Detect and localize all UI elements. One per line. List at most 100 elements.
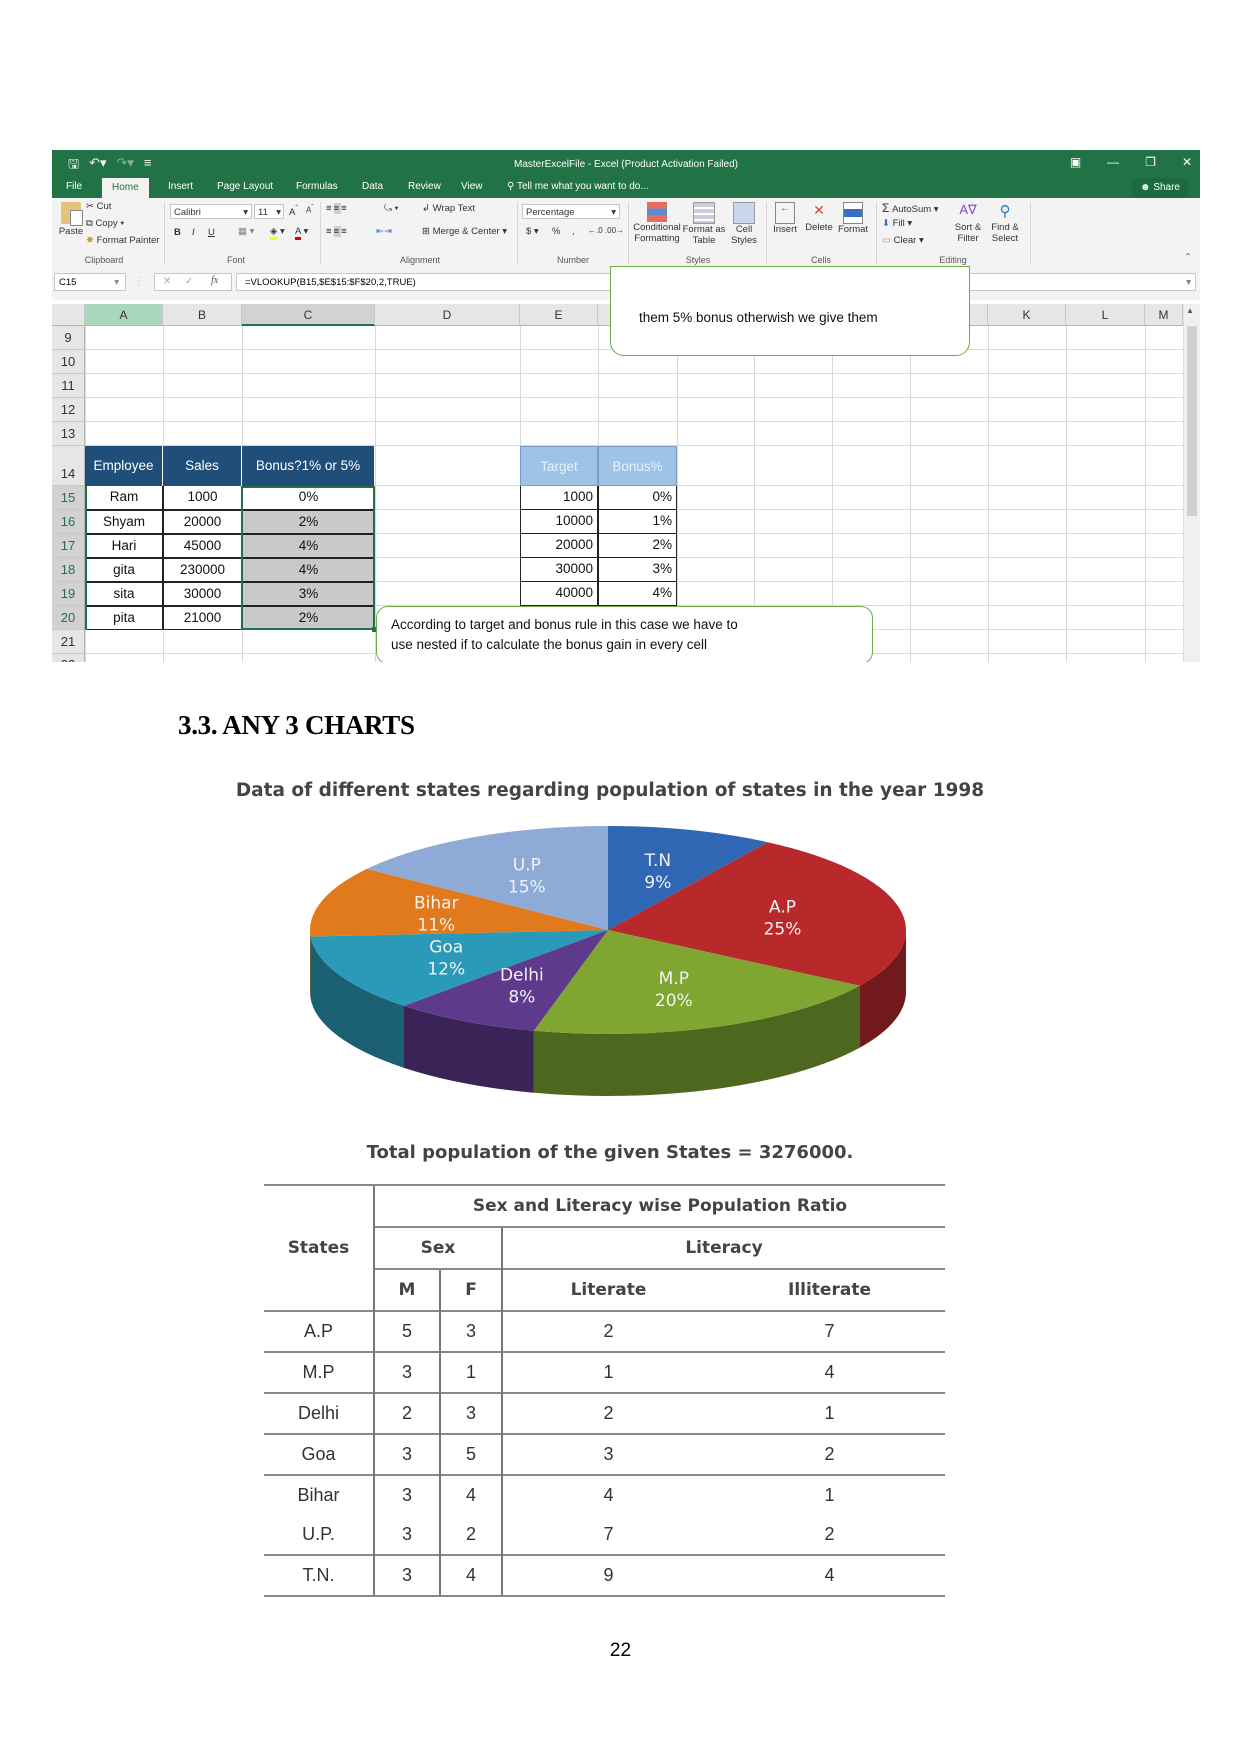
- tab-data[interactable]: Data: [362, 181, 383, 192]
- column-header-m[interactable]: M: [1145, 304, 1183, 326]
- clear-button[interactable]: ▭ Clear ▾: [882, 235, 924, 246]
- row-header-17[interactable]: 17: [52, 534, 85, 558]
- ribbon-display-icon[interactable]: ▣: [1070, 155, 1081, 169]
- restore-icon[interactable]: ❐: [1145, 155, 1156, 169]
- borders-icon[interactable]: ▦ ▾: [238, 226, 254, 237]
- table-cell[interactable]: 30000: [520, 558, 598, 582]
- comma-button[interactable]: ,: [572, 226, 575, 237]
- paste-button[interactable]: Paste: [58, 202, 84, 237]
- table-cell[interactable]: 1000: [163, 486, 242, 510]
- table-cell[interactable]: 10000: [520, 510, 598, 534]
- table-cell[interactable]: 45000: [163, 534, 242, 558]
- name-box[interactable]: C15 ▾: [54, 273, 126, 291]
- sort-filter-button[interactable]: A∇ Sort & Filter: [950, 202, 986, 244]
- row-header-13[interactable]: 13: [52, 422, 85, 446]
- row-header-9[interactable]: 9: [52, 326, 85, 350]
- table-cell[interactable]: sita: [85, 582, 163, 606]
- row-header-15[interactable]: 15: [52, 486, 85, 510]
- table-cell[interactable]: gita: [85, 558, 163, 582]
- share-button[interactable]: ☻ Share: [1132, 178, 1188, 198]
- number-format-dropdown[interactable]: Percentage ▾: [522, 204, 620, 219]
- table-cell[interactable]: pita: [85, 606, 163, 630]
- fill-button[interactable]: ⬇ Fill ▾: [882, 218, 912, 229]
- row-header-20[interactable]: 20: [52, 606, 85, 630]
- row-header-22[interactable]: 22: [52, 654, 85, 662]
- table-cell[interactable]: 0%: [598, 486, 677, 510]
- tab-formulas[interactable]: Formulas: [296, 181, 338, 192]
- format-as-table-button[interactable]: Format as Table: [682, 202, 726, 246]
- table-cell[interactable]: 1000: [520, 486, 598, 510]
- column-header-d[interactable]: D: [375, 304, 520, 326]
- table-cell[interactable]: 30000: [163, 582, 242, 606]
- table-cell[interactable]: 230000: [163, 558, 242, 582]
- column-header-a[interactable]: A: [85, 304, 163, 326]
- indent-icons[interactable]: ⇤⇥: [376, 226, 392, 237]
- table-cell[interactable]: 20000: [520, 534, 598, 558]
- scroll-up-icon[interactable]: ▲: [1186, 306, 1194, 315]
- vertical-scrollbar[interactable]: ▲: [1183, 304, 1200, 662]
- table-cell[interactable]: 4%: [598, 582, 677, 606]
- cut-button[interactable]: ✂ Cut: [86, 201, 111, 212]
- table-cell[interactable]: 2%: [598, 534, 677, 558]
- font-size-dropdown[interactable]: 11 ▾: [254, 204, 284, 219]
- insert-function-icon[interactable]: fx: [211, 275, 218, 286]
- decimal-icons[interactable]: ←.0 .00→: [588, 226, 624, 235]
- find-select-button[interactable]: ⚲ Find & Select: [986, 202, 1024, 244]
- tab-review[interactable]: Review: [408, 181, 441, 192]
- row-header-12[interactable]: 12: [52, 398, 85, 422]
- column-header-e[interactable]: E: [520, 304, 598, 326]
- cell-styles-button[interactable]: Cell Styles: [726, 202, 762, 246]
- table-cell[interactable]: 1%: [598, 510, 677, 534]
- minimize-icon[interactable]: —: [1107, 155, 1119, 169]
- cancel-icon[interactable]: ✕: [163, 276, 171, 287]
- font-name-dropdown[interactable]: Calibri ▾: [170, 204, 252, 219]
- tell-me-search[interactable]: ⚲ Tell me what you want to do...: [507, 181, 649, 192]
- wrap-text-button[interactable]: ↲ Wrap Text: [422, 203, 475, 214]
- close-icon[interactable]: ✕: [1182, 155, 1192, 169]
- column-header-b[interactable]: B: [163, 304, 242, 326]
- column-header-l[interactable]: L: [1066, 304, 1145, 326]
- copy-button[interactable]: ⧉ Copy ▾: [86, 218, 124, 229]
- fill-color-icon[interactable]: ◈ ▾: [270, 226, 285, 240]
- tab-insert[interactable]: Insert: [168, 181, 193, 192]
- insert-cells-button[interactable]: ← Insert: [768, 202, 802, 235]
- column-header-c[interactable]: C: [242, 304, 375, 326]
- grow-font-button[interactable]: Aˆ: [289, 204, 298, 218]
- scroll-thumb[interactable]: [1187, 326, 1197, 516]
- orientation-icon[interactable]: ⤿ ▾: [384, 203, 399, 214]
- autosum-button[interactable]: Σ AutoSum ▾: [882, 201, 939, 215]
- table-cell[interactable]: 3%: [598, 558, 677, 582]
- shrink-font-button[interactable]: Aˇ: [306, 204, 314, 215]
- bold-button[interactable]: B: [174, 227, 181, 238]
- row-header-18[interactable]: 18: [52, 558, 85, 582]
- delete-cells-button[interactable]: ✕ Delete: [802, 202, 836, 233]
- tab-page-layout[interactable]: Page Layout: [217, 181, 273, 192]
- percent-button[interactable]: %: [552, 226, 560, 237]
- table-cell[interactable]: Shyam: [85, 510, 163, 534]
- row-header-14[interactable]: 14: [52, 446, 85, 486]
- vertical-align-icons[interactable]: ≡≡≡: [326, 203, 349, 214]
- collapse-ribbon-icon[interactable]: ⌃: [1184, 252, 1192, 263]
- currency-button[interactable]: $ ▾: [526, 226, 539, 237]
- row-header-16[interactable]: 16: [52, 510, 85, 534]
- column-header-k[interactable]: K: [988, 304, 1066, 326]
- table-cell[interactable]: 40000: [520, 582, 598, 606]
- format-cells-button[interactable]: Format: [836, 202, 870, 235]
- table-cell[interactable]: Ram: [85, 486, 163, 510]
- table-cell[interactable]: 21000: [163, 606, 242, 630]
- table-cell[interactable]: 20000: [163, 510, 242, 534]
- row-header-11[interactable]: 11: [52, 374, 85, 398]
- italic-button[interactable]: I: [192, 227, 195, 238]
- horizontal-align-icons[interactable]: ≡≡≡: [326, 226, 349, 237]
- font-color-icon[interactable]: A ▾: [295, 226, 308, 240]
- select-all-corner[interactable]: [52, 304, 85, 326]
- tab-file[interactable]: File: [66, 181, 82, 192]
- conditional-formatting-button[interactable]: Conditional Formatting: [632, 202, 682, 244]
- row-header-19[interactable]: 19: [52, 582, 85, 606]
- format-painter-button[interactable]: ✸ Format Painter: [86, 235, 159, 246]
- merge-center-button[interactable]: ⊞ Merge & Center ▾: [422, 226, 507, 237]
- table-cell[interactable]: Hari: [85, 534, 163, 558]
- underline-button[interactable]: U: [208, 227, 215, 238]
- enter-icon[interactable]: ✓: [185, 276, 193, 287]
- tab-view[interactable]: View: [461, 181, 483, 192]
